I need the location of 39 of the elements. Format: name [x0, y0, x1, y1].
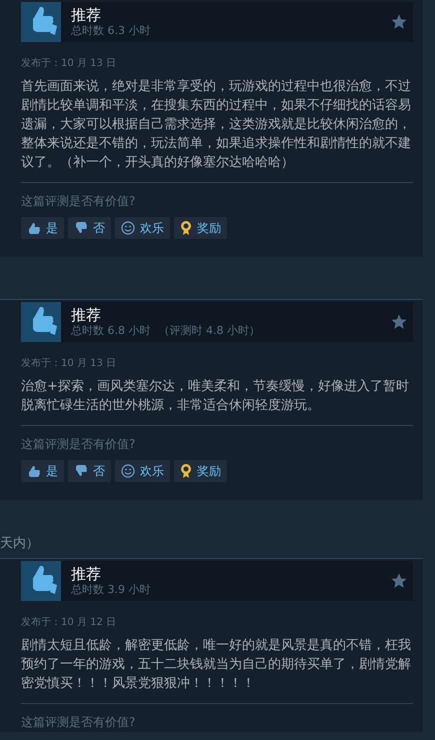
playtime-text: 总时数 6.3 小时	[71, 24, 150, 37]
vote-button[interactable]: 欢乐	[115, 217, 170, 239]
vote-button[interactable]: 是	[21, 460, 64, 482]
helpful-question: 这篇评测是否有价值?	[21, 193, 136, 209]
posted-date: 发布于：10 月 12 日	[21, 616, 117, 630]
star-icon	[391, 573, 407, 589]
review-time-text: （评测时 4.8 小时）	[158, 324, 260, 337]
thumbs-down-icon	[74, 221, 88, 235]
award-ribbon-icon	[180, 220, 192, 236]
vote-button[interactable]: 是	[21, 217, 64, 239]
award-button[interactable]: 奖励	[174, 217, 227, 239]
posted-date: 发布于：10 月 13 日	[21, 357, 117, 371]
helpful-question: 这篇评测是否有价值?	[21, 714, 136, 730]
vote-button[interactable]: 否	[68, 460, 111, 482]
vote-button[interactable]: 欢乐	[115, 460, 170, 482]
posted-date: 发布于：10 月 13 日	[21, 57, 117, 71]
award-button[interactable]: 奖励	[174, 460, 227, 482]
smiley-icon	[121, 221, 135, 235]
recommendation-title: 推荐	[71, 6, 102, 24]
star-icon	[391, 14, 407, 30]
smiley-icon	[121, 464, 135, 478]
thumbs-up-icon	[21, 302, 61, 342]
recommendation-title: 推荐	[71, 306, 102, 324]
star-icon	[391, 314, 407, 330]
thumbs-down-icon	[74, 464, 88, 478]
playtime-text: 总时数 3.9 小时	[71, 583, 150, 596]
thumbs-up-icon	[21, 561, 61, 601]
thumbs-up-icon	[21, 2, 61, 42]
award-ribbon-icon	[180, 463, 192, 479]
recommendation-title: 推荐	[71, 565, 102, 583]
review-text: 首先画面来说，绝对是非常享受的，玩游戏的过程中也很治愈，不过剧情比较单调和平淡，在搜集东西的过程中，如果不仔细找的话容易遗漏，大家可以根据自己需求选择，这类游戏就是比较休闲治愈的，整体来说还是不错的，玩法简单，如果追求操作性和剧情性的就不建议了。（补一个，开头真的好像塞尔达哈哈哈）	[21, 78, 412, 172]
helpful-question: 这篇评测是否有价值?	[21, 436, 136, 452]
review-text: 剧情太短且低龄，解密更低龄，唯一好的就是风景是真的不错，枉我预约了一年的游戏，五十二块钱就当为自己的期待买单了，剧情党解密党慎买！！！风景党狠狠冲！！！！！	[21, 637, 412, 693]
playtime-text: 总时数 6.8 小时	[71, 324, 150, 337]
thumbs-up-icon	[27, 221, 41, 235]
thumbs-up-icon	[27, 464, 41, 478]
vote-button[interactable]: 否	[68, 217, 111, 239]
section-heading: 天内）	[0, 536, 40, 552]
review-text: 治愈+探索，画风类塞尔达，唯美柔和，节奏缓慢，好像进入了暂时脱离忙碌生活的世外桃源，非常适合休闲轻度游玩。	[21, 378, 410, 415]
